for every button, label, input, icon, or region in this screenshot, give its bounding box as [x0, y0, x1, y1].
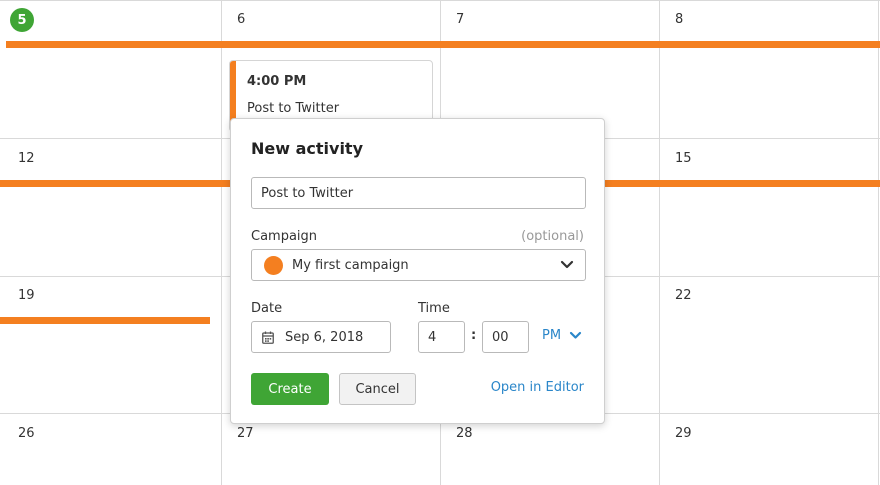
day-number[interactable]: 6 — [237, 12, 245, 27]
event-time: 4:00 PM — [247, 74, 307, 89]
campaign-bar[interactable] — [6, 41, 880, 48]
day-number-today[interactable]: 5 — [10, 8, 34, 32]
day-number[interactable]: 29 — [675, 426, 692, 441]
time-minute-input[interactable] — [482, 321, 529, 353]
day-number[interactable]: 28 — [456, 426, 473, 441]
day-number[interactable]: 26 — [18, 426, 35, 441]
grid-line — [0, 0, 880, 1]
day-number[interactable]: 15 — [675, 151, 692, 166]
campaign-optional-hint: (optional) — [521, 229, 584, 244]
time-hour-input[interactable] — [418, 321, 465, 353]
time-label: Time — [418, 301, 450, 316]
date-input[interactable]: Sep 6, 2018 — [251, 321, 391, 353]
campaign-bar[interactable] — [0, 317, 210, 324]
ampm-select[interactable]: PM — [542, 328, 561, 343]
day-number[interactable]: 22 — [675, 288, 692, 303]
open-in-editor-link[interactable]: Open in Editor — [491, 380, 584, 395]
campaign-bar[interactable] — [0, 180, 230, 187]
create-button[interactable]: Create — [251, 373, 329, 405]
day-number[interactable]: 7 — [456, 12, 464, 27]
event-title: Post to Twitter — [247, 101, 340, 116]
day-number[interactable]: 8 — [675, 12, 683, 27]
time-separator: : — [471, 328, 477, 343]
campaign-label: Campaign — [251, 229, 318, 244]
chevron-down-icon[interactable] — [569, 331, 582, 340]
chevron-down-icon — [560, 260, 574, 269]
day-number[interactable]: 19 — [18, 288, 35, 303]
new-activity-popup: New activity Campaign (optional) My firs… — [230, 118, 605, 424]
activity-title-input[interactable] — [251, 177, 586, 209]
campaign-color-dot — [264, 256, 283, 275]
campaign-select[interactable]: My first campaign — [251, 249, 586, 281]
popup-title: New activity — [251, 139, 363, 158]
day-number[interactable]: 12 — [18, 151, 35, 166]
date-value: Sep 6, 2018 — [285, 330, 364, 345]
day-number[interactable]: 27 — [237, 426, 254, 441]
calendar-icon — [262, 331, 274, 344]
campaign-select-value: My first campaign — [292, 258, 409, 273]
cancel-button[interactable]: Cancel — [339, 373, 416, 405]
campaign-bar[interactable] — [604, 180, 880, 187]
date-label: Date — [251, 301, 283, 316]
